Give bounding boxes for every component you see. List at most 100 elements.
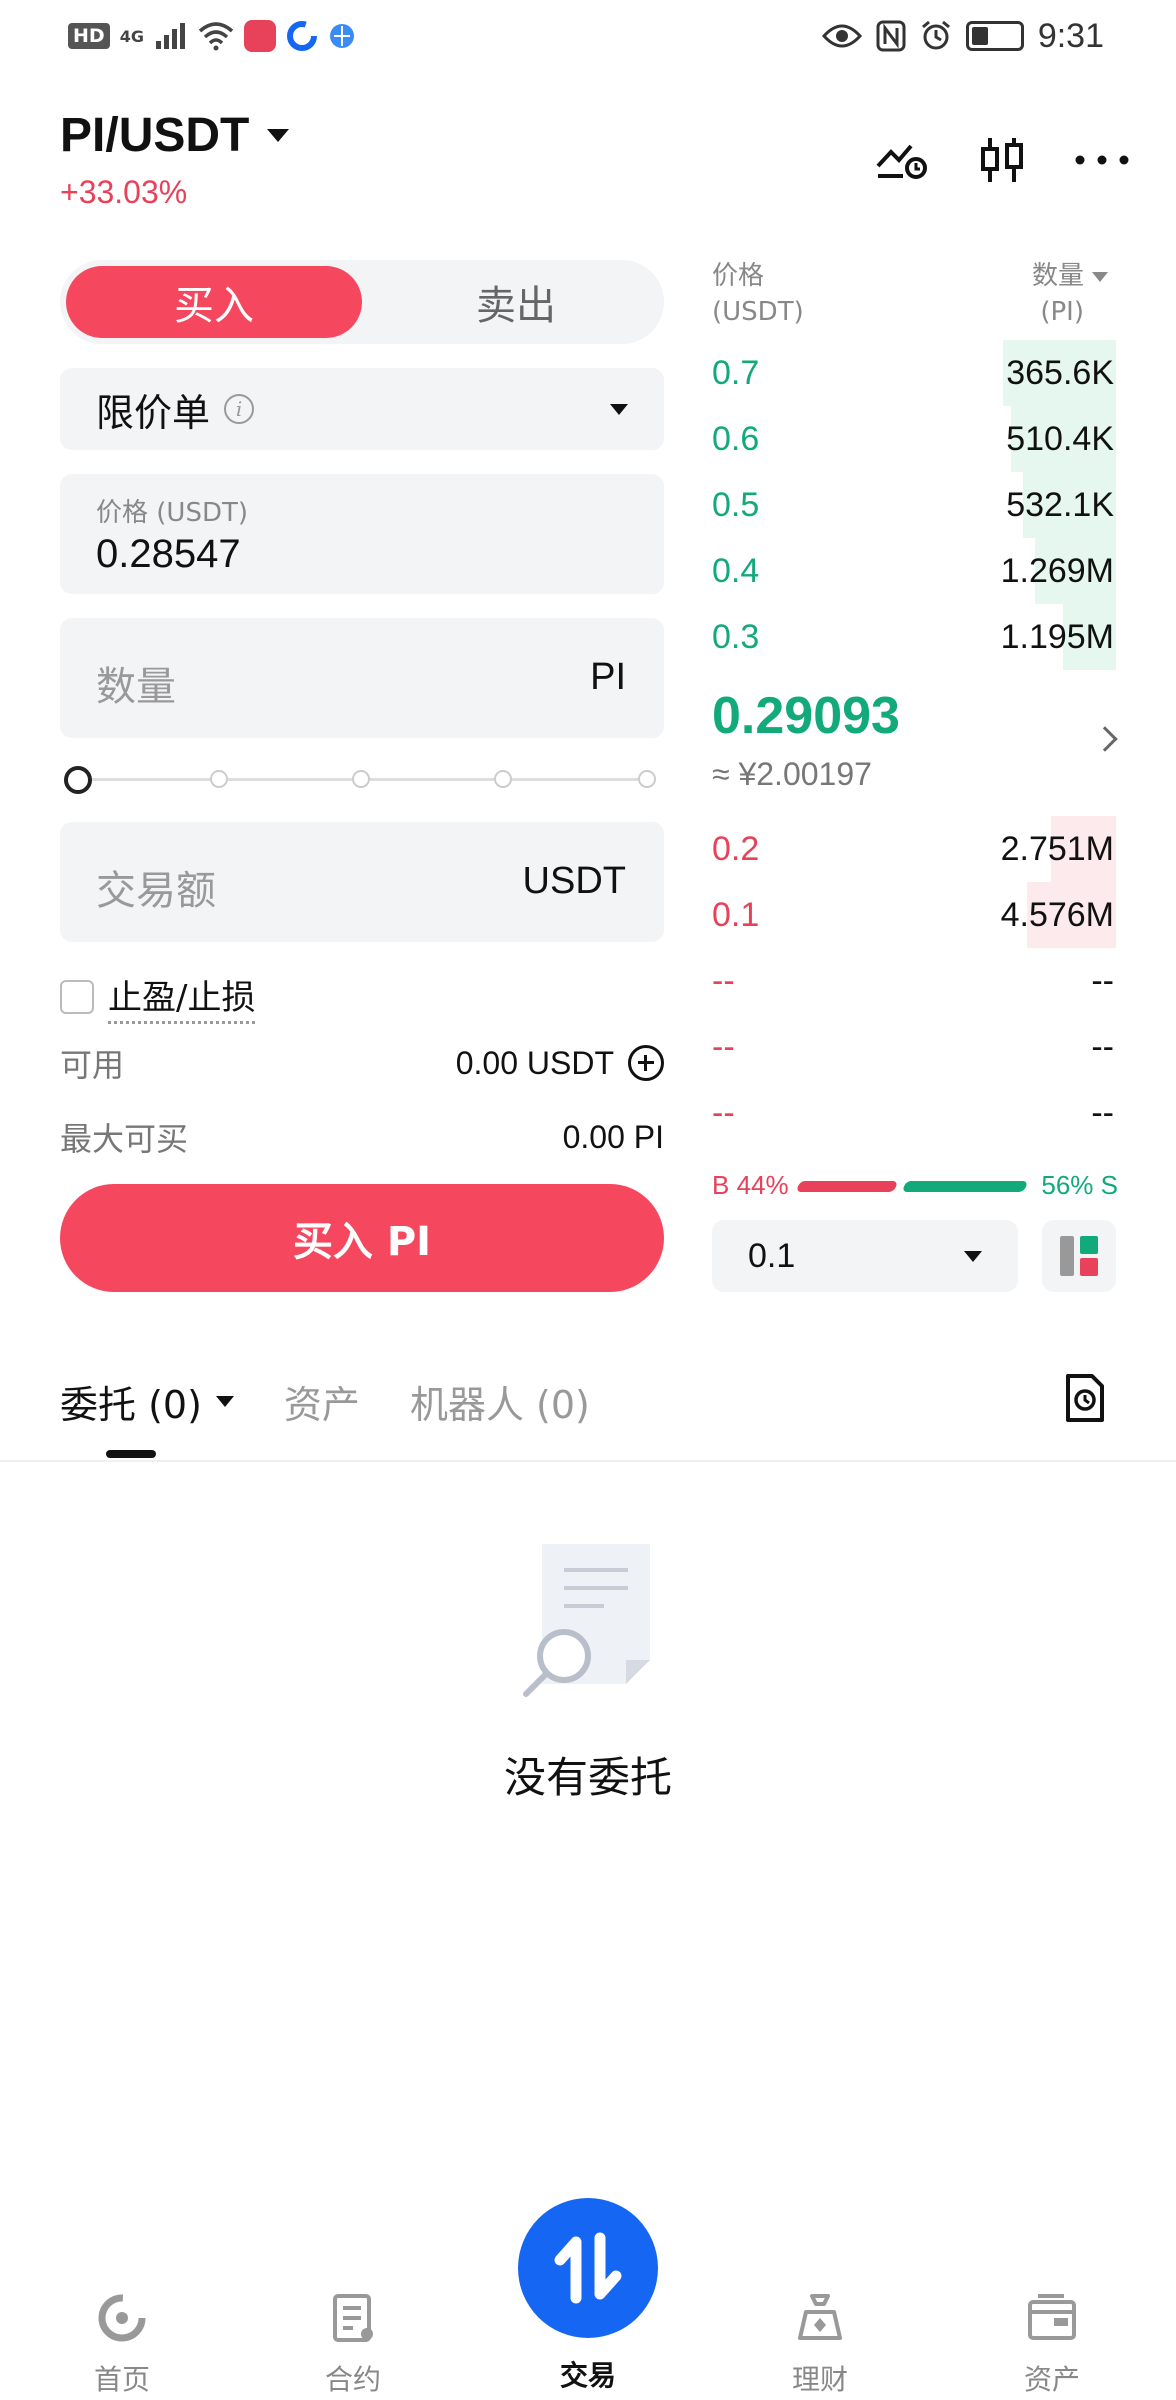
buy-button[interactable]: 买入 PI (60, 1184, 664, 1292)
sell-ratio: 56% S (1041, 1170, 1118, 1200)
status-left: HD 4G (68, 16, 356, 56)
cny-price: ≈ ¥2.00197 (712, 756, 872, 792)
max-buy-value: 0.00 PI (562, 1118, 664, 1155)
amount-unit: PI (590, 656, 626, 698)
hd-indicator: HD (68, 23, 110, 49)
nav-earn-label: 理财 (791, 2363, 848, 2396)
chevron-down-icon (267, 129, 290, 142)
price-alert-button[interactable] (874, 132, 930, 188)
ask-row[interactable]: 0.6 510.4K (712, 406, 1116, 472)
nav-home-label: 首页 (93, 2363, 150, 2396)
trade-fab[interactable] (518, 2198, 658, 2338)
slider-step-25[interactable] (210, 770, 228, 788)
max-buy-label: 最大可买 (60, 1120, 189, 1158)
amount-slider[interactable] (64, 764, 660, 794)
order-type-select[interactable]: 限价单 i (60, 368, 664, 450)
slider-handle[interactable] (64, 766, 92, 794)
bid-qty: -- (1091, 962, 1114, 1000)
ask-row[interactable]: 0.3 1.195M (712, 604, 1116, 670)
amount-input[interactable]: 数量 (96, 654, 176, 712)
info-icon[interactable]: i (224, 394, 255, 424)
tab-orders[interactable]: 委托 (0) (60, 1374, 234, 1429)
bid-price: -- (712, 1094, 735, 1132)
available-value-wrap: 0.00 USDT (456, 1045, 664, 1082)
status-right: 9:31 (821, 14, 1104, 58)
available-value: 0.00 USDT (455, 1044, 614, 1081)
ask-row[interactable]: 0.7 365.6K (712, 340, 1116, 406)
tpsl-toggle[interactable]: 止盈/止损 (60, 970, 256, 1024)
battery-icon (965, 21, 1024, 51)
sell-ratio-bar (901, 1181, 1029, 1192)
home-icon (98, 2294, 146, 2342)
more-button[interactable] (1074, 132, 1130, 188)
ask-row[interactable]: 0.5 532.1K (712, 472, 1116, 538)
wifi-icon (198, 22, 234, 51)
tab-assets[interactable]: 资产 (284, 1374, 360, 1429)
bid-row[interactable]: -- -- (712, 948, 1116, 1014)
ask-row[interactable]: 0.4 1.269M (712, 538, 1116, 604)
pair-name: PI/USDT (60, 109, 250, 162)
nav-assets-label: 资产 (1023, 2363, 1080, 2396)
bottom-tabs: 委托 (0) 资产 机器人 (0) (60, 1374, 640, 1429)
pair-selector[interactable]: PI/USDT (60, 108, 290, 163)
bid-row[interactable]: 0.1 4.576M (712, 882, 1116, 948)
tab-indicator (106, 1450, 156, 1458)
eye-icon (821, 24, 862, 48)
available-row: 可用 0.00 USDT (60, 1040, 664, 1086)
nav-futures[interactable]: 合约 (273, 2260, 433, 2398)
order-type-label: 限价单 (96, 390, 211, 435)
tpsl-label: 止盈/止损 (108, 970, 256, 1024)
price-header-unit: (USDT) (712, 297, 804, 327)
bid-price: 0.1 (712, 896, 760, 934)
ask-price: 0.3 (712, 618, 760, 656)
nav-home[interactable]: 首页 (42, 2260, 202, 2398)
slider-step-50[interactable] (352, 770, 370, 788)
last-price: 0.29093 (712, 687, 900, 745)
ask-price: 0.6 (712, 420, 760, 458)
total-unit: USDT (522, 860, 626, 902)
price-label: 价格 (USDT) (96, 498, 248, 528)
sell-tab[interactable]: 卖出 (368, 260, 664, 344)
chevron-down-icon (215, 1396, 234, 1407)
ask-qty: 1.195M (1000, 618, 1114, 656)
buy-ratio: B 44% (712, 1170, 789, 1200)
qty-header-unit: (PI) (1040, 297, 1084, 327)
amount-field[interactable]: 数量 PI (60, 618, 664, 738)
nav-trade-label: 交易 (559, 2359, 616, 2392)
header-actions (874, 132, 1130, 188)
price-field[interactable]: 价格 (USDT) 0.28547 (60, 474, 664, 594)
trade-arrows-icon (554, 2232, 622, 2304)
bid-row[interactable]: 0.2 2.751M (712, 816, 1116, 882)
price-input[interactable]: 0.28547 (96, 532, 241, 577)
clock: 9:31 (1037, 16, 1104, 55)
bid-qty: 2.751M (1000, 830, 1114, 868)
network-indicator: 4G (119, 26, 144, 46)
slider-step-100[interactable] (638, 770, 656, 788)
total-input[interactable]: 交易额 (96, 858, 216, 916)
orderbook-qty-header[interactable]: 数量 (PI) (1032, 258, 1108, 330)
chart-button[interactable] (974, 132, 1030, 188)
buy-sell-switch: 买入 卖出 (60, 260, 664, 344)
nav-assets[interactable]: 资产 (972, 2260, 1132, 2398)
bid-row[interactable]: -- -- (712, 1080, 1116, 1146)
tpsl-checkbox[interactable] (60, 980, 94, 1014)
tab-bots[interactable]: 机器人 (0) (410, 1374, 590, 1429)
total-field[interactable]: 交易额 USDT (60, 822, 664, 942)
depth-precision-select[interactable]: 0.1 (712, 1220, 1018, 1292)
empty-orders-text: 没有委托 (503, 1753, 672, 1802)
divider (0, 1460, 1176, 1462)
ask-price: 0.4 (712, 552, 760, 590)
chevron-right-icon[interactable] (1092, 726, 1118, 752)
buy-tab[interactable]: 买入 (66, 266, 362, 338)
earn-icon (798, 2294, 842, 2340)
order-history-button[interactable] (1064, 1372, 1106, 1424)
slider-step-75[interactable] (494, 770, 512, 788)
qty-header-title: 数量 (1031, 261, 1084, 291)
bid-price: -- (712, 962, 735, 1000)
nav-earn[interactable]: 理财 (740, 2260, 900, 2398)
orderbook-layout-button[interactable] (1042, 1220, 1116, 1292)
browser-icon (329, 24, 354, 48)
bid-row[interactable]: -- -- (712, 1014, 1116, 1080)
add-funds-icon[interactable] (628, 1045, 664, 1081)
bid-price: 0.2 (712, 830, 760, 868)
